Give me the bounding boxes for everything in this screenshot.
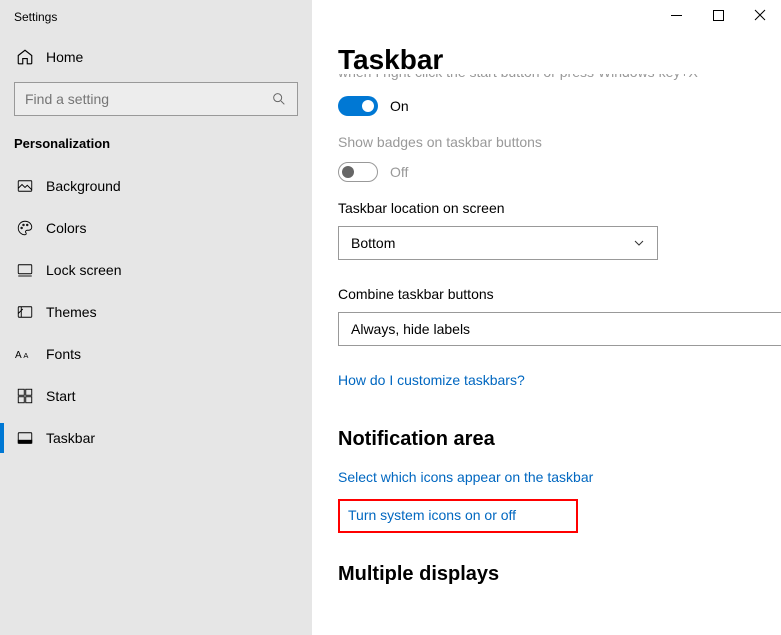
truncated-setting-text: when I right-click the start button or p… — [338, 74, 781, 84]
main-panel: Taskbar when I right-click the start but… — [312, 0, 781, 635]
select-icons-link[interactable]: Select which icons appear on the taskbar — [338, 469, 593, 485]
fonts-icon: AA — [14, 345, 36, 363]
themes-icon — [14, 303, 36, 321]
toggle-label: Off — [390, 164, 408, 180]
customize-link[interactable]: How do I customize taskbars? — [338, 372, 525, 388]
sidebar-item-colors[interactable]: Colors — [0, 207, 312, 249]
sidebar-item-label: Fonts — [46, 346, 81, 362]
select-value: Bottom — [351, 235, 395, 251]
chevron-down-icon — [633, 237, 645, 249]
page-title: Taskbar — [338, 44, 781, 76]
palette-icon — [14, 219, 36, 237]
maximize-button[interactable] — [697, 0, 739, 30]
sidebar-item-start[interactable]: Start — [0, 375, 312, 417]
content-area: Taskbar when I right-click the start but… — [312, 0, 781, 604]
search-input[interactable] — [25, 91, 271, 107]
minimize-button[interactable] — [655, 0, 697, 30]
search-icon — [271, 91, 287, 107]
sidebar-item-taskbar[interactable]: Taskbar — [0, 417, 312, 459]
window-controls — [655, 0, 781, 30]
sidebar-item-label: Themes — [46, 304, 97, 320]
taskbar-icon — [14, 429, 36, 447]
select-value: Always, hide labels — [351, 321, 470, 337]
toggle-row-context-menu: On — [338, 96, 781, 116]
sidebar: Settings Home Personalization Background… — [0, 0, 312, 635]
sidebar-item-label: Start — [46, 388, 76, 404]
system-icons-link[interactable]: Turn system icons on or off — [348, 507, 516, 523]
window-title: Settings — [0, 0, 312, 40]
badges-label: Show badges on taskbar buttons — [338, 134, 781, 150]
toggle-switch-off[interactable] — [338, 162, 378, 182]
sidebar-item-fonts[interactable]: AA Fonts — [0, 333, 312, 375]
combine-select[interactable]: Always, hide labels — [338, 312, 781, 346]
home-icon — [14, 48, 36, 66]
notification-area-header: Notification area — [338, 428, 781, 451]
home-nav[interactable]: Home — [0, 40, 312, 82]
multiple-displays-header: Multiple displays — [338, 563, 781, 586]
sidebar-item-label: Taskbar — [46, 430, 95, 446]
svg-text:A: A — [23, 351, 28, 360]
location-select[interactable]: Bottom — [338, 226, 658, 260]
lock-screen-icon — [14, 261, 36, 279]
section-title: Personalization — [0, 136, 312, 165]
svg-text:A: A — [15, 350, 22, 361]
nav-list: Background Colors Lock screen Themes AA … — [0, 165, 312, 635]
sidebar-item-label: Background — [46, 178, 121, 194]
close-button[interactable] — [739, 0, 781, 30]
toggle-row-badges: Off — [338, 162, 781, 182]
sidebar-item-background[interactable]: Background — [0, 165, 312, 207]
toggle-label: On — [390, 98, 409, 114]
sidebar-item-label: Colors — [46, 220, 86, 236]
picture-icon — [14, 177, 36, 195]
start-icon — [14, 387, 36, 405]
search-input-container[interactable] — [14, 82, 298, 116]
sidebar-item-label: Lock screen — [46, 262, 121, 278]
sidebar-item-lock-screen[interactable]: Lock screen — [0, 249, 312, 291]
location-label: Taskbar location on screen — [338, 200, 781, 216]
highlight-annotation: Turn system icons on or off — [338, 499, 578, 533]
sidebar-item-themes[interactable]: Themes — [0, 291, 312, 333]
home-label: Home — [46, 49, 83, 65]
combine-label: Combine taskbar buttons — [338, 286, 781, 302]
toggle-switch-on[interactable] — [338, 96, 378, 116]
